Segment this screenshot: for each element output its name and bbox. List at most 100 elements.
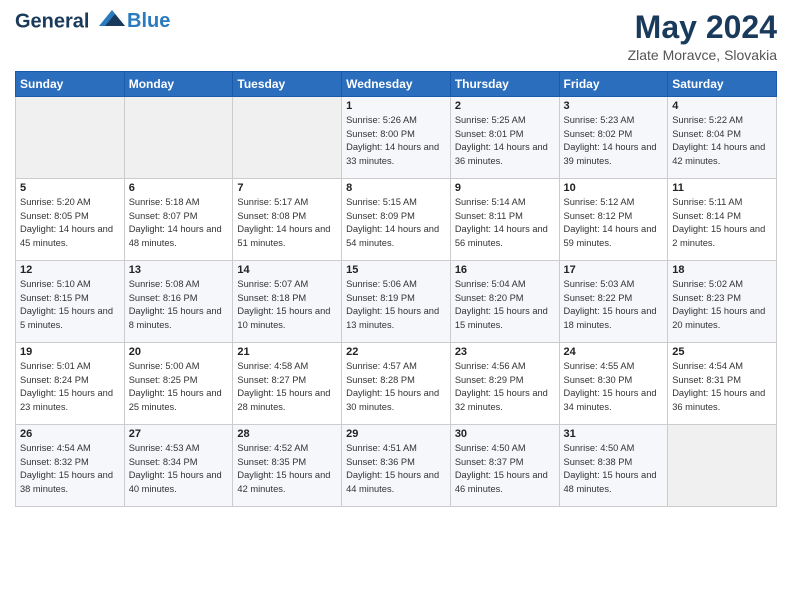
calendar-body: 1 Sunrise: 5:26 AM Sunset: 8:00 PM Daylig…: [16, 97, 777, 507]
logo-blue: Blue: [127, 10, 170, 32]
calendar-cell: 14 Sunrise: 5:07 AM Sunset: 8:18 PM Dayli…: [233, 261, 342, 343]
day-number: 17: [564, 264, 664, 276]
calendar-cell: 5Sunrise: 5:20 AM Sunset: 8:05 PM Daylig…: [16, 179, 125, 261]
day-info: Sunrise: 4:55 AM Sunset: 8:30 PM Dayligh…: [564, 360, 664, 414]
day-info: Sunrise: 5:01 AM Sunset: 8:24 PM Dayligh…: [20, 360, 120, 414]
header: General Blue May 2024 Zlate Moravce, Slo…: [15, 10, 777, 63]
calendar-cell: 27 Sunrise: 4:53 AM Sunset: 8:34 PM Dayli…: [124, 425, 233, 507]
day-info: Sunrise: 5:17 AM Sunset: 8:08 PM Dayligh…: [237, 196, 337, 250]
calendar-cell: 22Sunrise: 4:57 AM Sunset: 8:28 PM Dayli…: [342, 343, 451, 425]
day-number: 24: [564, 346, 664, 358]
calendar-cell: 23 Sunrise: 4:56 AM Sunset: 8:29 PM Dayli…: [450, 343, 559, 425]
calendar-cell: 21 Sunrise: 4:58 AM Sunset: 8:27 PM Dayli…: [233, 343, 342, 425]
location: Zlate Moravce, Slovakia: [628, 47, 777, 63]
day-number: 1: [346, 100, 446, 112]
day-number: 6: [129, 182, 229, 194]
day-info: Sunrise: 4:54 AM Sunset: 8:31 PM Dayligh…: [672, 360, 772, 414]
day-info: Sunrise: 5:26 AM Sunset: 8:00 PM Dayligh…: [346, 114, 446, 168]
day-number: 7: [237, 182, 337, 194]
day-info: Sunrise: 5:12 AM Sunset: 8:12 PM Dayligh…: [564, 196, 664, 250]
day-number: 31: [564, 428, 664, 440]
title-area: May 2024 Zlate Moravce, Slovakia: [628, 10, 777, 63]
day-info: Sunrise: 4:58 AM Sunset: 8:27 PM Dayligh…: [237, 360, 337, 414]
day-info: Sunrise: 5:02 AM Sunset: 8:23 PM Dayligh…: [672, 278, 772, 332]
calendar-cell: 20 Sunrise: 5:00 AM Sunset: 8:25 PM Dayli…: [124, 343, 233, 425]
calendar-cell: [124, 97, 233, 179]
calendar-cell: 28Sunrise: 4:52 AM Sunset: 8:35 PM Dayli…: [233, 425, 342, 507]
day-number: 23: [455, 346, 555, 358]
calendar-week-3: 12Sunrise: 5:10 AM Sunset: 8:15 PM Dayli…: [16, 261, 777, 343]
day-number: 3: [564, 100, 664, 112]
day-info: Sunrise: 5:15 AM Sunset: 8:09 PM Dayligh…: [346, 196, 446, 250]
month-title: May 2024: [628, 10, 777, 45]
calendar-cell: 31 Sunrise: 4:50 AM Sunset: 8:38 PM Dayli…: [559, 425, 668, 507]
calendar-cell: 9 Sunrise: 5:14 AM Sunset: 8:11 PM Daylig…: [450, 179, 559, 261]
day-number: 21: [237, 346, 337, 358]
day-info: Sunrise: 4:52 AM Sunset: 8:35 PM Dayligh…: [237, 442, 337, 496]
calendar-cell: 7 Sunrise: 5:17 AM Sunset: 8:08 PM Daylig…: [233, 179, 342, 261]
day-info: Sunrise: 5:14 AM Sunset: 8:11 PM Dayligh…: [455, 196, 555, 250]
day-info: Sunrise: 4:53 AM Sunset: 8:34 PM Dayligh…: [129, 442, 229, 496]
calendar-cell: 15 Sunrise: 5:06 AM Sunset: 8:19 PM Dayli…: [342, 261, 451, 343]
day-number: 20: [129, 346, 229, 358]
day-number: 13: [129, 264, 229, 276]
day-info: Sunrise: 5:25 AM Sunset: 8:01 PM Dayligh…: [455, 114, 555, 168]
day-number: 8: [346, 182, 446, 194]
calendar-week-1: 1 Sunrise: 5:26 AM Sunset: 8:00 PM Daylig…: [16, 97, 777, 179]
day-info: Sunrise: 4:54 AM Sunset: 8:32 PM Dayligh…: [20, 442, 120, 496]
day-number: 15: [346, 264, 446, 276]
calendar-week-2: 5Sunrise: 5:20 AM Sunset: 8:05 PM Daylig…: [16, 179, 777, 261]
calendar-cell: [668, 425, 777, 507]
weekday-saturday: Saturday: [668, 72, 777, 97]
weekday-friday: Friday: [559, 72, 668, 97]
calendar-cell: 18Sunrise: 5:02 AM Sunset: 8:23 PM Dayli…: [668, 261, 777, 343]
calendar-cell: 12Sunrise: 5:10 AM Sunset: 8:15 PM Dayli…: [16, 261, 125, 343]
day-number: 2: [455, 100, 555, 112]
day-number: 26: [20, 428, 120, 440]
calendar-cell: 8 Sunrise: 5:15 AM Sunset: 8:09 PM Daylig…: [342, 179, 451, 261]
calendar-cell: 4 Sunrise: 5:22 AM Sunset: 8:04 PM Daylig…: [668, 97, 777, 179]
weekday-sunday: Sunday: [16, 72, 125, 97]
day-number: 27: [129, 428, 229, 440]
calendar-cell: 1 Sunrise: 5:26 AM Sunset: 8:00 PM Daylig…: [342, 97, 451, 179]
day-number: 11: [672, 182, 772, 194]
day-info: Sunrise: 5:06 AM Sunset: 8:19 PM Dayligh…: [346, 278, 446, 332]
day-number: 22: [346, 346, 446, 358]
calendar-cell: 2 Sunrise: 5:25 AM Sunset: 8:01 PM Daylig…: [450, 97, 559, 179]
calendar-cell: 13 Sunrise: 5:08 AM Sunset: 8:16 PM Dayli…: [124, 261, 233, 343]
calendar-cell: 6Sunrise: 5:18 AM Sunset: 8:07 PM Daylig…: [124, 179, 233, 261]
day-number: 4: [672, 100, 772, 112]
day-number: 9: [455, 182, 555, 194]
logo-general: General: [15, 10, 89, 32]
day-info: Sunrise: 5:07 AM Sunset: 8:18 PM Dayligh…: [237, 278, 337, 332]
calendar-cell: 30Sunrise: 4:50 AM Sunset: 8:37 PM Dayli…: [450, 425, 559, 507]
day-number: 16: [455, 264, 555, 276]
calendar-cell: [16, 97, 125, 179]
day-info: Sunrise: 4:50 AM Sunset: 8:37 PM Dayligh…: [455, 442, 555, 496]
calendar-cell: 16 Sunrise: 5:04 AM Sunset: 8:20 PM Dayli…: [450, 261, 559, 343]
calendar-week-4: 19 Sunrise: 5:01 AM Sunset: 8:24 PM Dayli…: [16, 343, 777, 425]
day-number: 25: [672, 346, 772, 358]
day-info: Sunrise: 4:50 AM Sunset: 8:38 PM Dayligh…: [564, 442, 664, 496]
calendar-cell: 17 Sunrise: 5:03 AM Sunset: 8:22 PM Dayli…: [559, 261, 668, 343]
day-number: 29: [346, 428, 446, 440]
calendar-cell: 19 Sunrise: 5:01 AM Sunset: 8:24 PM Dayli…: [16, 343, 125, 425]
weekday-row: Sunday Monday Tuesday Wednesday Thursday…: [16, 72, 777, 97]
day-info: Sunrise: 5:03 AM Sunset: 8:22 PM Dayligh…: [564, 278, 664, 332]
day-info: Sunrise: 4:56 AM Sunset: 8:29 PM Dayligh…: [455, 360, 555, 414]
calendar-cell: 29Sunrise: 4:51 AM Sunset: 8:36 PM Dayli…: [342, 425, 451, 507]
calendar-cell: 11Sunrise: 5:11 AM Sunset: 8:14 PM Dayli…: [668, 179, 777, 261]
day-number: 19: [20, 346, 120, 358]
day-info: Sunrise: 5:04 AM Sunset: 8:20 PM Dayligh…: [455, 278, 555, 332]
calendar-week-5: 26 Sunrise: 4:54 AM Sunset: 8:32 PM Dayli…: [16, 425, 777, 507]
day-number: 14: [237, 264, 337, 276]
calendar-cell: [233, 97, 342, 179]
day-info: Sunrise: 5:22 AM Sunset: 8:04 PM Dayligh…: [672, 114, 772, 168]
calendar-cell: 25 Sunrise: 4:54 AM Sunset: 8:31 PM Dayli…: [668, 343, 777, 425]
page-container: General Blue May 2024 Zlate Moravce, Slo…: [0, 0, 792, 512]
day-info: Sunrise: 5:00 AM Sunset: 8:25 PM Dayligh…: [129, 360, 229, 414]
day-number: 5: [20, 182, 120, 194]
weekday-thursday: Thursday: [450, 72, 559, 97]
logo: General Blue: [15, 10, 170, 34]
day-info: Sunrise: 5:08 AM Sunset: 8:16 PM Dayligh…: [129, 278, 229, 332]
